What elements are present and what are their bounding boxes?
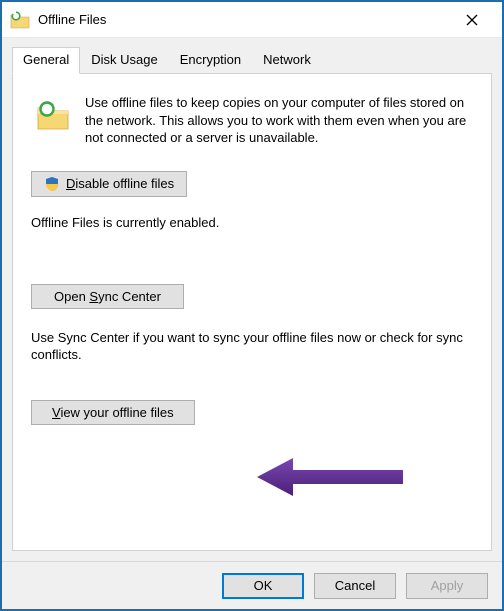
ok-button[interactable]: OK (222, 573, 304, 599)
tab-encryption[interactable]: Encryption (169, 47, 252, 74)
tab-label: General (23, 52, 69, 67)
intro-section: Use offline files to keep copies on your… (31, 94, 473, 147)
offline-files-dialog: Offline Files General Disk Usage Encrypt… (0, 0, 504, 611)
button-label: Disable offline files (66, 176, 174, 191)
folder-sync-large-icon (35, 98, 71, 134)
sync-description: Use Sync Center if you want to sync your… (31, 329, 473, 364)
button-label: OK (254, 578, 273, 593)
window-title: Offline Files (38, 12, 450, 27)
apply-button: Apply (406, 573, 488, 599)
folder-sync-icon (10, 10, 30, 30)
tab-label: Disk Usage (91, 52, 157, 67)
button-label: Open Sync Center (54, 289, 161, 304)
shield-icon (44, 176, 60, 192)
disable-offline-files-button[interactable]: Disable offline files (31, 171, 187, 197)
tab-strip: General Disk Usage Encryption Network (2, 38, 502, 73)
close-icon (466, 14, 478, 26)
intro-text: Use offline files to keep copies on your… (85, 94, 473, 147)
tab-label: Encryption (180, 52, 241, 67)
annotation-arrow-icon (253, 452, 413, 502)
tab-general[interactable]: General (12, 47, 80, 74)
tab-disk-usage[interactable]: Disk Usage (80, 47, 168, 74)
tab-network[interactable]: Network (252, 47, 322, 74)
view-offline-files-button[interactable]: View your offline files (31, 400, 195, 425)
status-text: Offline Files is currently enabled. (31, 215, 473, 230)
tab-label: Network (263, 52, 311, 67)
close-button[interactable] (450, 5, 494, 35)
general-panel: Use offline files to keep copies on your… (12, 73, 492, 551)
button-label: Cancel (335, 578, 375, 593)
open-sync-center-button[interactable]: Open Sync Center (31, 284, 184, 309)
cancel-button[interactable]: Cancel (314, 573, 396, 599)
dialog-button-bar: OK Cancel Apply (2, 561, 502, 609)
button-label: View your offline files (52, 405, 174, 420)
button-label: Apply (431, 578, 464, 593)
titlebar: Offline Files (2, 2, 502, 38)
